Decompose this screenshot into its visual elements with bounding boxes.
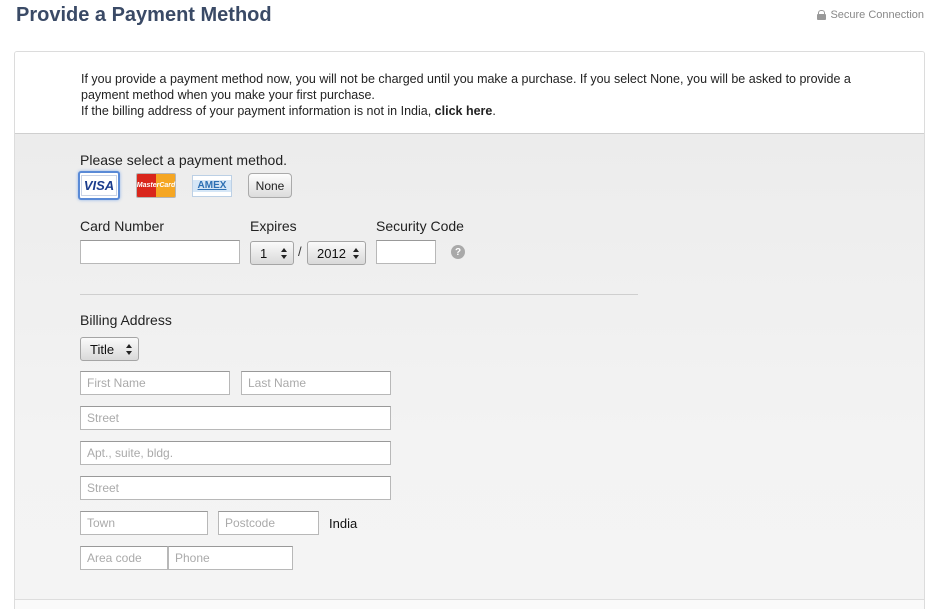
billing-note-suffix: . [492, 104, 496, 118]
click-here-link[interactable]: click here [435, 104, 493, 118]
amex-logo: AMEX [192, 174, 232, 197]
first-name-input[interactable] [80, 371, 230, 395]
expires-month-value: 1 [260, 245, 268, 261]
billing-note-text: If the billing address of your payment i… [81, 104, 435, 118]
expires-year-value: 2012 [317, 245, 346, 261]
street-input[interactable] [80, 406, 391, 430]
select-arrows-icon [281, 248, 287, 259]
page-title: Provide a Payment Method [16, 4, 272, 26]
card-number-input[interactable] [80, 240, 240, 264]
lock-icon [817, 10, 827, 20]
card-number-label: Card Number [80, 218, 165, 234]
info-section: If you provide a payment method now, you… [15, 52, 924, 134]
payment-form: Please select a payment method. VISA Mas… [15, 134, 924, 609]
expires-separator: / [298, 244, 302, 259]
info-text: If you provide a payment method now, you… [81, 72, 851, 102]
town-input[interactable] [80, 511, 208, 535]
security-code-label: Security Code [376, 218, 464, 234]
payment-method-label: Please select a payment method. [80, 152, 288, 168]
last-name-input[interactable] [241, 371, 391, 395]
secure-connection-label: Secure Connection [830, 9, 924, 21]
billing-note: If the billing address of your payment i… [81, 103, 851, 119]
none-button[interactable]: None [248, 173, 292, 198]
amex-option[interactable]: AMEX [191, 171, 233, 200]
panel-footer [15, 599, 924, 609]
payment-panel: If you provide a payment method now, you… [14, 51, 925, 609]
mastercard-option[interactable]: MasterCard [135, 171, 177, 200]
expires-month-select[interactable]: 1 [250, 241, 294, 265]
select-arrows-icon [126, 344, 132, 355]
visa-logo: VISA [81, 175, 117, 196]
section-divider [80, 294, 638, 295]
secure-connection: Secure Connection [817, 9, 924, 21]
security-code-input[interactable] [376, 240, 436, 264]
street-2-input[interactable] [80, 476, 391, 500]
country-label: India [329, 516, 358, 531]
title-select-value: Title [90, 341, 115, 357]
area-code-input[interactable] [80, 546, 168, 570]
phone-input[interactable] [168, 546, 293, 570]
visa-option[interactable]: VISA [78, 171, 120, 200]
title-select[interactable]: Title [80, 337, 139, 361]
expires-label: Expires [250, 218, 297, 234]
billing-address-label: Billing Address [80, 312, 172, 328]
postcode-input[interactable] [218, 511, 319, 535]
apt-suite-input[interactable] [80, 441, 391, 465]
question-mark-icon[interactable]: ? [451, 245, 465, 259]
expires-year-select[interactable]: 2012 [307, 241, 366, 265]
select-arrows-icon [353, 248, 359, 259]
mastercard-logo: MasterCard [136, 173, 176, 198]
